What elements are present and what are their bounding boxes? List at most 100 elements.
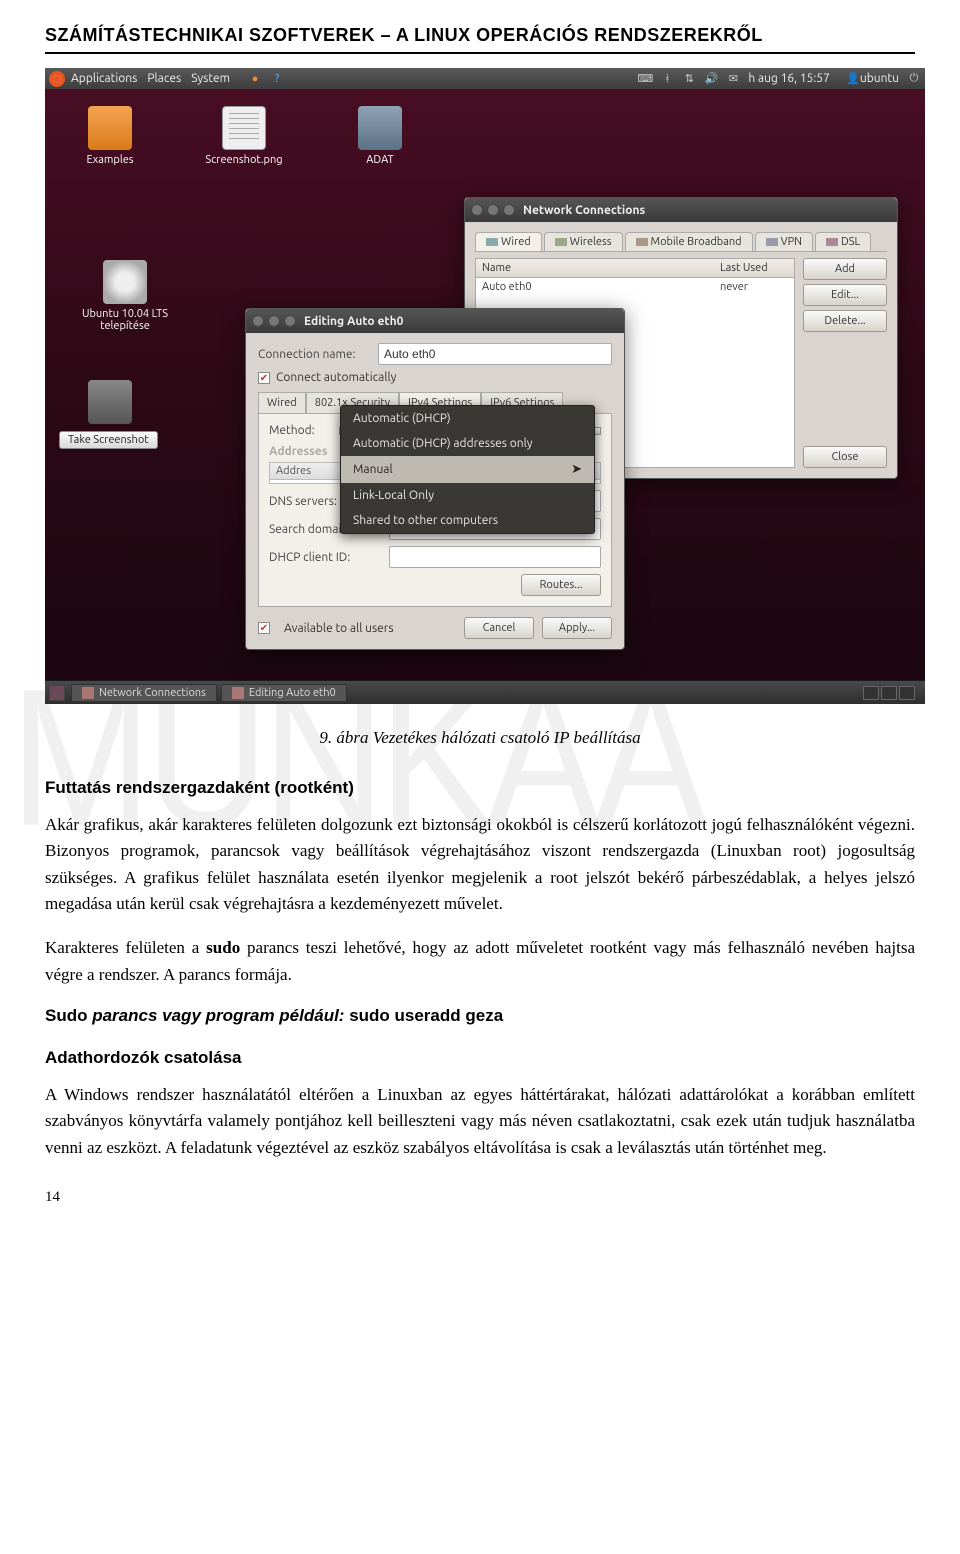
keyboard-icon[interactable]: ⌨	[638, 72, 652, 86]
desktop-icon-camera[interactable]	[65, 380, 155, 428]
camera-icon	[88, 380, 132, 424]
column-name: Name	[476, 259, 714, 277]
help-icon[interactable]: ?	[270, 72, 284, 86]
wired-icon	[486, 238, 498, 246]
firefox-icon[interactable]: ●	[248, 72, 262, 86]
wireless-icon	[555, 238, 567, 246]
desktop-icon-install[interactable]: Ubuntu 10.04 LTS telepítése	[65, 260, 185, 332]
icon-label: Examples	[86, 154, 133, 166]
routes-button[interactable]: Routes...	[521, 574, 601, 596]
take-screenshot-button[interactable]: Take Screenshot	[59, 431, 158, 449]
close-icon[interactable]	[252, 315, 264, 327]
top-panel: ◌ Applications Places System ● ? ⌨ ᚼ ⇅ 🔊…	[45, 68, 925, 90]
workspace-1[interactable]	[863, 686, 879, 700]
dropdown-item-linklocal[interactable]: Link-Local Only	[341, 483, 594, 508]
bluetooth-icon[interactable]: ᚼ	[660, 72, 674, 86]
window-title: Editing Auto eth0	[304, 315, 403, 328]
apply-button[interactable]: Apply...	[542, 617, 612, 639]
close-button[interactable]: Close	[803, 446, 887, 468]
app-icon	[82, 687, 94, 699]
show-desktop-icon[interactable]	[49, 685, 65, 701]
available-all-users-checkbox[interactable]: ✔	[258, 622, 270, 634]
close-icon[interactable]	[471, 204, 483, 216]
menu-applications[interactable]: Applications	[71, 72, 137, 85]
delete-button[interactable]: Delete...	[803, 310, 887, 332]
vpn-icon	[766, 238, 778, 246]
user-icon[interactable]: 👤	[846, 72, 860, 86]
maximize-icon[interactable]	[503, 204, 515, 216]
method-dropdown-popup[interactable]: Automatic (DHCP) Automatic (DHCP) addres…	[340, 405, 595, 534]
column-last-used: Last Used	[714, 259, 794, 277]
window-titlebar[interactable]: Network Connections	[465, 198, 897, 222]
window-titlebar[interactable]: Editing Auto eth0	[246, 309, 624, 333]
drive-icon	[358, 106, 402, 150]
tab-wired[interactable]: Wired	[258, 392, 306, 413]
paragraph-2: Karakteres felületen a sudo parancs tesz…	[45, 935, 915, 988]
user-name[interactable]: ubuntu	[860, 72, 899, 85]
connection-type-tabs: Wired Wireless Mobile Broadband VPN DSL	[475, 232, 887, 252]
desktop-icon-adat[interactable]: ADAT	[335, 106, 425, 166]
minimize-icon[interactable]	[268, 315, 280, 327]
taskbar-item-nc[interactable]: Network Connections	[71, 684, 217, 702]
tab-dsl[interactable]: DSL	[815, 232, 871, 251]
dhcp-client-id-input[interactable]	[389, 546, 601, 568]
workspace-2[interactable]	[881, 686, 897, 700]
minimize-icon[interactable]	[487, 204, 499, 216]
icon-label: Screenshot.png	[205, 154, 282, 166]
ubuntu-logo-icon[interactable]: ◌	[49, 71, 65, 87]
menu-system[interactable]: System	[191, 72, 230, 85]
label-dhcp-id: DHCP client ID:	[269, 551, 389, 564]
connection-last-used: never	[714, 278, 794, 296]
heading-mount: Adathordozók csatolása	[45, 1048, 915, 1068]
paragraph-1: Akár grafikus, akár karakteres felületen…	[45, 812, 915, 917]
menu-places[interactable]: Places	[147, 72, 181, 85]
icon-label: ADAT	[366, 154, 393, 166]
label-connection-name: Connection name:	[258, 348, 378, 361]
dropdown-item-shared[interactable]: Shared to other computers	[341, 508, 594, 533]
edit-button[interactable]: Edit...	[803, 284, 887, 306]
icon-label: Ubuntu 10.04 LTS telepítése	[82, 308, 168, 332]
document-header: SZÁMÍTÁSTECHNIKAI SZOFTVEREK – A LINUX O…	[45, 25, 915, 54]
window-title: Network Connections	[523, 204, 645, 217]
file-icon	[222, 106, 266, 150]
network-icon[interactable]: ⇅	[682, 72, 696, 86]
power-icon[interactable]: ⏻	[907, 72, 921, 86]
sound-icon[interactable]: 🔊	[704, 72, 718, 86]
dropdown-item-auto-dhcp-addr[interactable]: Automatic (DHCP) addresses only	[341, 431, 594, 456]
cursor-icon: ➤	[571, 462, 582, 477]
dropdown-item-auto-dhcp[interactable]: Automatic (DHCP)	[341, 406, 594, 431]
connection-name-input[interactable]	[378, 343, 612, 365]
tab-wireless[interactable]: Wireless	[544, 232, 623, 251]
connection-row[interactable]: Auto eth0 never	[476, 278, 794, 296]
maximize-icon[interactable]	[284, 315, 296, 327]
dsl-icon	[826, 238, 838, 246]
label-method: Method:	[269, 424, 339, 437]
tab-vpn[interactable]: VPN	[755, 232, 813, 251]
tab-mobile[interactable]: Mobile Broadband	[625, 232, 753, 251]
page-number: 14	[45, 1189, 915, 1206]
add-button[interactable]: Add	[803, 258, 887, 280]
mobile-icon	[636, 238, 648, 246]
cancel-button[interactable]: Cancel	[464, 617, 534, 639]
heading-root: Futtatás rendszergazdaként (rootként)	[45, 778, 915, 798]
ubuntu-screenshot: ◌ Applications Places System ● ? ⌨ ᚼ ⇅ 🔊…	[45, 68, 925, 704]
app-icon	[232, 687, 244, 699]
tab-wired[interactable]: Wired	[475, 232, 542, 251]
dropdown-item-manual[interactable]: Manual➤	[341, 456, 594, 483]
label-connect-automatically: Connect automatically	[276, 371, 396, 384]
taskbar-item-editing[interactable]: Editing Auto eth0	[221, 684, 347, 702]
trash-icon[interactable]	[899, 686, 915, 700]
folder-icon	[88, 106, 132, 150]
paragraph-3: A Windows rendszer használatától eltérőe…	[45, 1082, 915, 1161]
desktop-icon-examples[interactable]: Examples	[65, 106, 155, 166]
clock[interactable]: h aug 16, 15:57	[748, 72, 830, 85]
mail-icon[interactable]: ✉	[726, 72, 740, 86]
desktop-icon-screenshot[interactable]: Screenshot.png	[199, 106, 289, 166]
connect-automatically-checkbox[interactable]: ✔	[258, 372, 270, 384]
figure-caption: 9. ábra Vezetékes hálózati csatoló IP be…	[45, 728, 915, 748]
sudo-example: Sudo parancs vagy program például: sudo …	[45, 1006, 915, 1026]
bottom-panel: Network Connections Editing Auto eth0	[45, 680, 925, 704]
connection-name: Auto eth0	[476, 278, 714, 296]
label-available-all: Available to all users	[284, 622, 394, 635]
cd-icon	[103, 260, 147, 304]
